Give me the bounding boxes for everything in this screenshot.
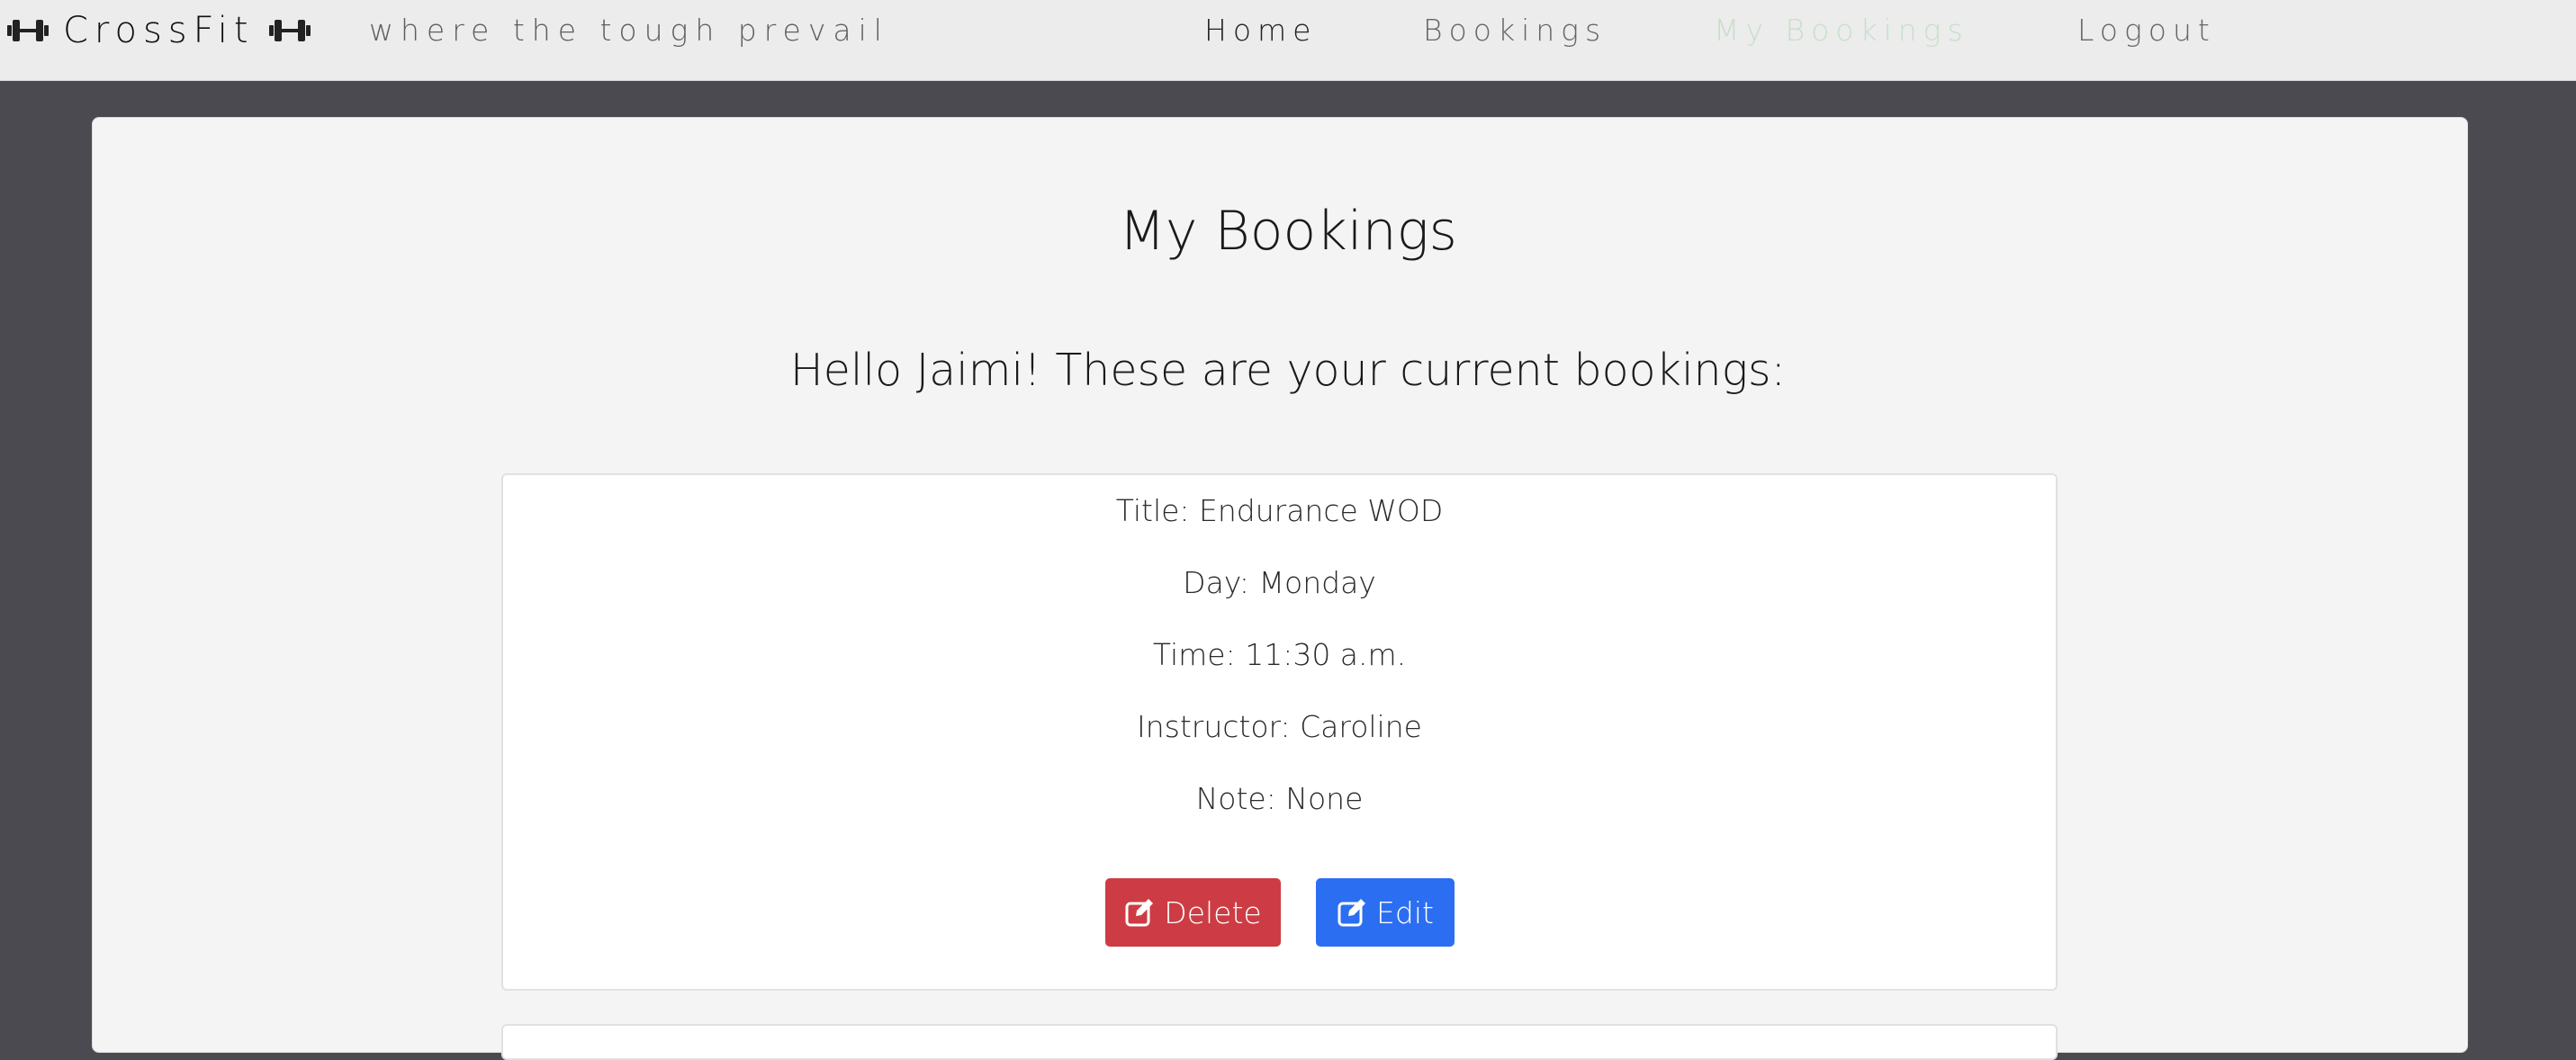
nav-bookings[interactable]: Bookings [1423, 0, 1607, 61]
booking-instructor: Instructor: Caroline [1137, 709, 1422, 744]
nav-my-bookings[interactable]: My Bookings [1714, 0, 1969, 61]
booking-note: Note: None [1195, 781, 1364, 816]
booking-time: Time: 11:30 a.m. [1152, 637, 1407, 672]
booking-title: Title: Endurance WOD [1115, 493, 1444, 528]
edit-icon [1125, 899, 1154, 927]
brand[interactable]: CrossFit [5, 0, 312, 61]
greeting-text: Hello Jaimi! These are your current book… [789, 345, 1787, 396]
brand-tagline: where the tough prevail [369, 13, 889, 48]
dumbbell-icon [268, 20, 311, 41]
nav-logout[interactable]: Logout [2077, 0, 2216, 61]
edit-button[interactable]: Edit [1316, 878, 1455, 947]
edit-icon [1338, 899, 1366, 927]
dumbbell-icon [7, 20, 49, 41]
page-title: My Bookings [1119, 200, 1457, 263]
delete-button[interactable]: Delete [1105, 878, 1281, 947]
nav-home[interactable]: Home [1204, 0, 1317, 61]
booking-card: Title: Endurance WOD Day: Monday Time: 1… [501, 473, 2058, 991]
delete-button-label: Delete [1164, 894, 1262, 930]
brand-name: CrossFit [63, 10, 255, 51]
booking-card [501, 1024, 2058, 1060]
edit-button-label: Edit [1376, 894, 1434, 930]
top-navbar: CrossFit where the tough prevail Home Bo… [0, 0, 2576, 81]
booking-day: Day: Monday [1183, 565, 1376, 600]
